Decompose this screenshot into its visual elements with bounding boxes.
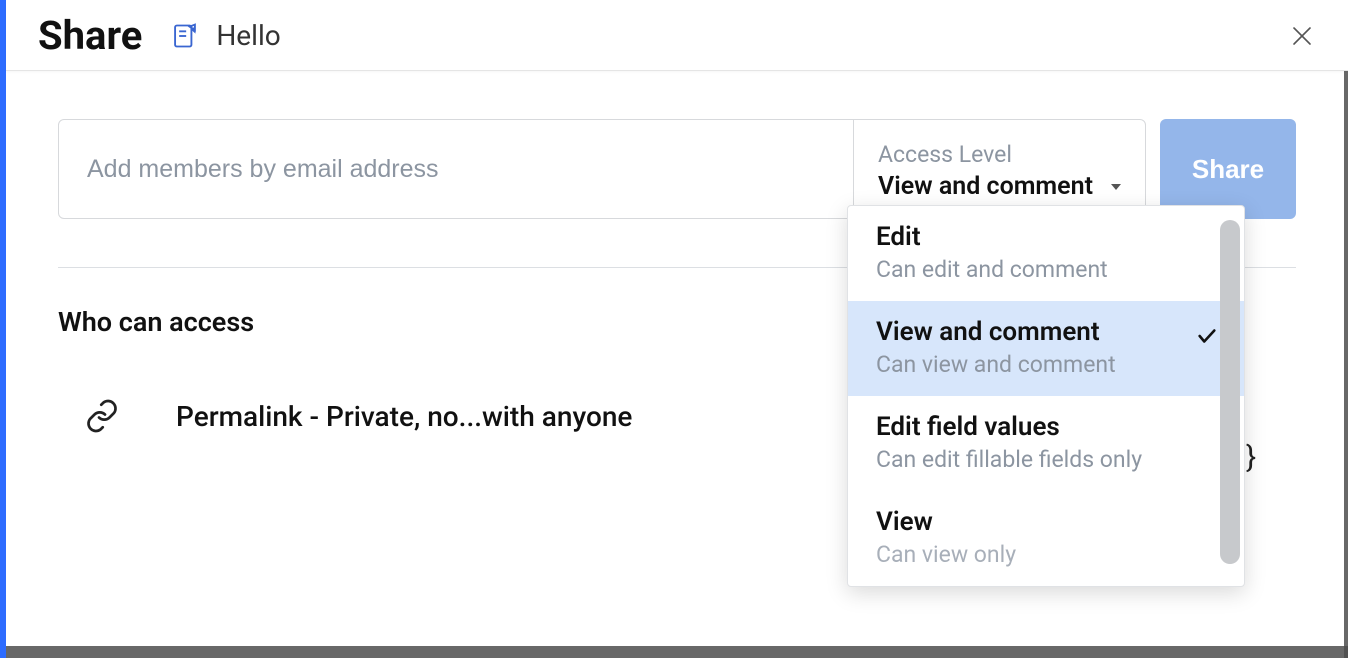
dropdown-item-title: Edit field values (876, 412, 1216, 442)
dialog-header: Share Hello (6, 0, 1348, 71)
dialog-title: Share (38, 12, 142, 59)
dropdown-item-edit[interactable]: Edit Can edit and comment (848, 206, 1244, 301)
right-border (1344, 0, 1348, 658)
dropdown-item-title: Edit (876, 222, 1216, 252)
share-input-row: Access Level View and comment Share (58, 119, 1296, 219)
brace-char: } (1246, 440, 1256, 475)
document-icon (170, 21, 200, 51)
access-level-select[interactable]: Access Level View and comment (853, 120, 1145, 218)
dropdown-item-view[interactable]: View Can view only (848, 491, 1244, 586)
access-level-dropdown: Edit Can edit and comment View and comme… (847, 205, 1245, 587)
member-input-wrap: Access Level View and comment (58, 119, 1146, 219)
dropdown-item-title: View and comment (876, 317, 1216, 347)
check-icon (1196, 325, 1218, 347)
close-icon (1290, 24, 1314, 48)
access-level-value: View and comment (878, 172, 1125, 201)
email-input[interactable] (59, 120, 853, 218)
dropdown-item-desc: Can edit and comment (876, 256, 1216, 283)
dropdown-item-desc: Can view and comment (876, 351, 1216, 378)
access-level-value-text: View and comment (878, 172, 1093, 201)
close-button[interactable] (1288, 22, 1316, 50)
access-level-label: Access Level (878, 141, 1125, 168)
dropdown-item-view-comment[interactable]: View and comment Can view and comment (848, 301, 1244, 396)
share-button[interactable]: Share (1160, 119, 1296, 219)
link-icon (84, 398, 120, 434)
dropdown-scrollbar[interactable] (1220, 220, 1240, 564)
dropdown-item-desc: Can view only (876, 541, 1216, 568)
caret-down-icon (1111, 184, 1121, 190)
dropdown-item-title: View (876, 507, 1216, 537)
permalink-text: Permalink - Private, no...with anyone (176, 400, 632, 433)
document-name: Hello (216, 19, 280, 52)
dropdown-item-desc: Can edit fillable fields only (876, 446, 1216, 473)
dropdown-item-edit-fields[interactable]: Edit field values Can edit fillable fiel… (848, 396, 1244, 491)
bottom-border (6, 646, 1348, 658)
